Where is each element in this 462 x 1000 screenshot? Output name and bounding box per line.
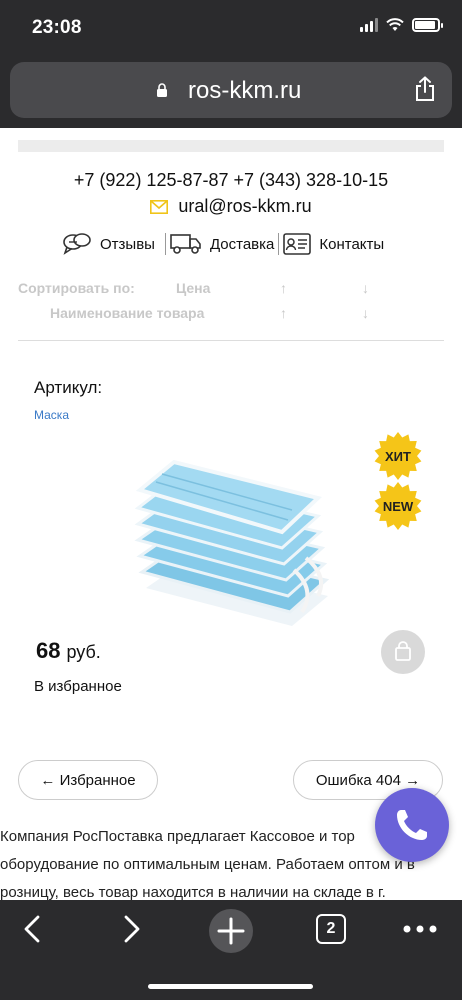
sort-price-desc[interactable]: ↓ (362, 280, 369, 296)
sort-row-name: Наименование товара ↑ ↓ (18, 305, 444, 330)
more-options-icon[interactable] (402, 924, 438, 934)
badge-hit-label: ХИТ (385, 448, 411, 464)
lock-icon (157, 83, 167, 97)
back-arrow-icon[interactable] (20, 914, 46, 944)
battery-icon (412, 18, 443, 32)
article-label: Артикул: (34, 378, 103, 397)
price: 68 руб. (36, 638, 101, 664)
category-link[interactable]: Маска (34, 408, 69, 422)
menu-label-reviews: Отзывы (100, 235, 155, 253)
divider (18, 340, 444, 341)
badge-hit: ХИТ (374, 432, 422, 480)
envelope-icon (150, 199, 169, 214)
status-icons (360, 18, 443, 32)
status-bar: 23:08 (0, 0, 462, 56)
web-page: +7 (922) 125-87-87 +7 (343) 328-10-15 ur… (0, 128, 462, 900)
forward-arrow-icon[interactable] (118, 914, 144, 944)
sort-panel: Сортировать по: Цена ↑ ↓ Наименование то… (18, 280, 444, 330)
status-time: 23:08 (32, 17, 82, 38)
description-line: розницу, весь товар находится в наличии … (0, 884, 386, 900)
sort-price-asc[interactable]: ↑ (280, 280, 287, 296)
url-text: ros-kkm.ru (188, 77, 302, 104)
chat-bubbles-icon (63, 233, 91, 255)
prev-item-button[interactable]: ← Избранное (18, 760, 158, 800)
sort-by-name: Наименование товара (50, 305, 205, 321)
tabs-count: 2 (326, 920, 336, 937)
price-currency: руб. (66, 642, 101, 662)
home-indicator (148, 984, 313, 989)
badge-new: NEW (374, 482, 422, 530)
add-to-cart-button[interactable] (381, 630, 425, 674)
sort-by-price: Цена (176, 280, 211, 296)
top-menu: Отзывы Доставка Контакты (62, 232, 384, 256)
share-icon[interactable] (414, 76, 436, 102)
email-row[interactable]: ural@ros-kkm.ru (0, 196, 462, 217)
phone-numbers[interactable]: +7 (922) 125-87-87 +7 (343) 328-10-15 (0, 170, 462, 191)
address-bar[interactable]: ros-kkm.ru (10, 62, 452, 118)
tabs-button[interactable]: 2 (316, 914, 346, 944)
menu-item-delivery[interactable]: Доставка (170, 233, 274, 255)
menu-divider (278, 233, 280, 255)
cellular-signal-icon (360, 18, 378, 32)
wifi-icon (386, 18, 404, 31)
phone-icon (397, 810, 427, 840)
menu-label-delivery: Доставка (209, 235, 275, 253)
sort-label: Сортировать по: (18, 280, 135, 296)
mask-stack (134, 459, 330, 626)
browser-toolbar: 2 (0, 900, 462, 1000)
truck-icon (170, 234, 201, 254)
badge-new-label: NEW (382, 498, 414, 514)
menu-divider (164, 233, 166, 255)
product-image[interactable] (132, 440, 332, 630)
shopping-bag-icon (395, 641, 411, 661)
sort-name-desc[interactable]: ↓ (362, 305, 369, 321)
menu-item-contacts[interactable]: Контакты (283, 233, 384, 255)
add-to-favorites-link[interactable]: В избранное (34, 678, 122, 695)
browser-top-chrome: 23:08 ros-kkm.ru (0, 0, 462, 128)
email-link[interactable]: ural@ros-kkm.ru (178, 196, 311, 217)
header-strip (18, 140, 444, 152)
sort-name-asc[interactable]: ↑ (280, 305, 287, 321)
contact-card-icon (283, 233, 312, 255)
menu-label-contacts: Контакты (319, 235, 385, 253)
call-button[interactable] (375, 788, 449, 862)
sort-row-price: Сортировать по: Цена ↑ ↓ (18, 280, 444, 305)
new-tab-plus-icon[interactable] (208, 908, 254, 954)
menu-item-reviews[interactable]: Отзывы (62, 232, 155, 256)
price-value: 68 (36, 638, 61, 663)
